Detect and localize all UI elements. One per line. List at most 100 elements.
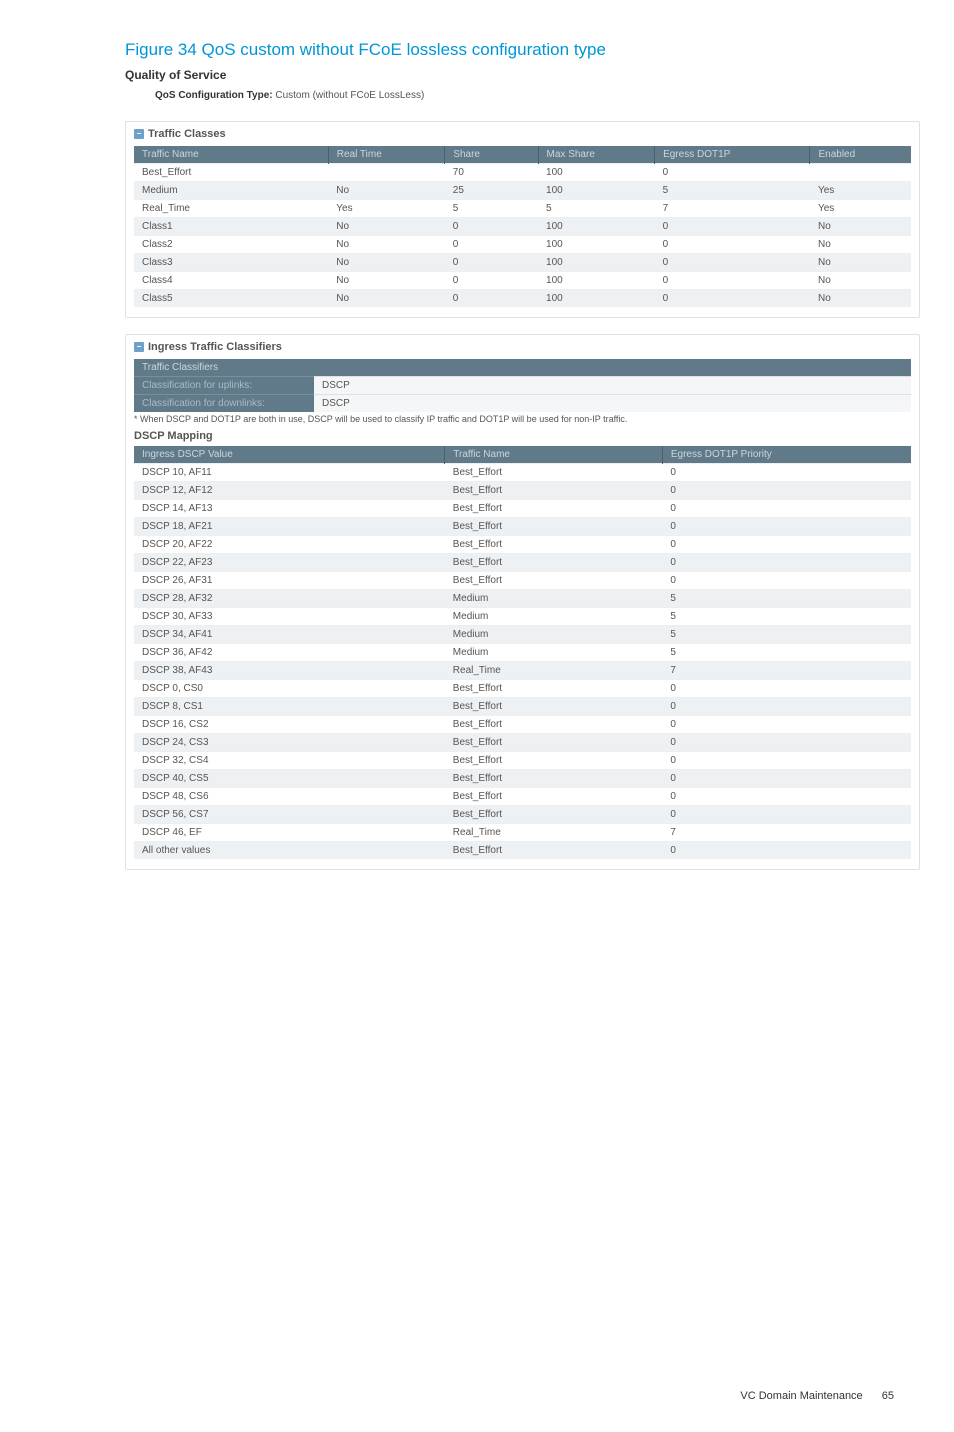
cell: No <box>328 254 445 272</box>
table-row: Class3No01000No <box>134 254 911 272</box>
table-row: Class4No01000No <box>134 272 911 290</box>
cell: DSCP 8, CS1 <box>134 698 445 716</box>
cell: Best_Effort <box>445 518 663 536</box>
uplinks-value: DSCP <box>314 377 911 395</box>
cell: 5 <box>662 644 911 662</box>
ingress-classifiers-title-row: − Ingress Traffic Classifiers <box>134 341 911 353</box>
cell: 7 <box>662 662 911 680</box>
cell: Real_Time <box>445 662 663 680</box>
cell: 0 <box>445 254 538 272</box>
table-row: DSCP 32, CS4Best_Effort0 <box>134 752 911 770</box>
uplinks-label: Classification for uplinks: <box>134 377 314 395</box>
table-row: Best_Effort 701000 <box>134 164 911 182</box>
cell: 0 <box>662 788 911 806</box>
cell: 0 <box>662 500 911 518</box>
cell: Yes <box>328 200 445 218</box>
cell: Best_Effort <box>445 788 663 806</box>
cell: DSCP 30, AF33 <box>134 608 445 626</box>
cell: Best_Effort <box>445 464 663 482</box>
cell: 100 <box>538 272 655 290</box>
cell: 100 <box>538 164 655 182</box>
cell: 0 <box>662 734 911 752</box>
table-row: DSCP 8, CS1Best_Effort0 <box>134 698 911 716</box>
table-row: Class2No01000No <box>134 236 911 254</box>
cell: 5 <box>655 182 810 200</box>
config-type-label: QoS Configuration Type: <box>155 90 273 101</box>
figure-title: Figure 34 QoS custom without FCoE lossle… <box>125 40 954 60</box>
qos-heading: Quality of Service <box>125 68 954 82</box>
collapse-icon[interactable]: − <box>134 129 144 139</box>
cell: DSCP 12, AF12 <box>134 482 445 500</box>
cell: Medium <box>445 644 663 662</box>
cell: Class4 <box>134 272 328 290</box>
cell: 0 <box>445 290 538 308</box>
cell: No <box>328 272 445 290</box>
cell: 0 <box>662 482 911 500</box>
cell: 25 <box>445 182 538 200</box>
cell: No <box>328 218 445 236</box>
column-header: Max Share <box>538 146 655 164</box>
cell: DSCP 18, AF21 <box>134 518 445 536</box>
cell: No <box>810 272 911 290</box>
table-row: DSCP 34, AF41Medium5 <box>134 626 911 644</box>
config-type-value: Custom (without FCoE LossLess) <box>275 90 424 101</box>
table-row: DSCP 20, AF22Best_Effort0 <box>134 536 911 554</box>
cell: 0 <box>662 842 911 860</box>
cell: Best_Effort <box>445 500 663 518</box>
table-row: DSCP 22, AF23Best_Effort0 <box>134 554 911 572</box>
cell: 0 <box>662 680 911 698</box>
table-row: DSCP 16, CS2Best_Effort0 <box>134 716 911 734</box>
ingress-classifiers-panel: − Ingress Traffic Classifiers Traffic Cl… <box>125 334 920 870</box>
cell: Best_Effort <box>445 734 663 752</box>
dscp-mapping-table: Ingress DSCP ValueTraffic NameEgress DOT… <box>134 446 911 859</box>
dscp-mapping-title: DSCP Mapping <box>134 430 911 442</box>
cell: Best_Effort <box>445 806 663 824</box>
cell: No <box>328 290 445 308</box>
cell: Best_Effort <box>445 698 663 716</box>
table-row: DSCP 14, AF13Best_Effort0 <box>134 500 911 518</box>
cell: 0 <box>655 236 810 254</box>
cell: 100 <box>538 182 655 200</box>
cell: 100 <box>538 218 655 236</box>
table-row: All other valuesBest_Effort0 <box>134 842 911 860</box>
cell: 5 <box>538 200 655 218</box>
cell: Best_Effort <box>445 752 663 770</box>
cell: Best_Effort <box>445 536 663 554</box>
cell: DSCP 46, EF <box>134 824 445 842</box>
classifiers-footnote: * When DSCP and DOT1P are both in use, D… <box>134 414 911 424</box>
classifiers-header: Traffic Classifiers <box>134 359 911 377</box>
cell: Best_Effort <box>134 164 328 182</box>
cell: Best_Effort <box>445 482 663 500</box>
cell: 5 <box>445 200 538 218</box>
cell: Best_Effort <box>445 572 663 590</box>
cell: All other values <box>134 842 445 860</box>
cell: Real_Time <box>134 200 328 218</box>
table-row: Real_TimeYes557Yes <box>134 200 911 218</box>
table-row: Class1No01000No <box>134 218 911 236</box>
table-row: DSCP 28, AF32Medium5 <box>134 590 911 608</box>
traffic-classes-panel: − Traffic Classes Traffic NameReal TimeS… <box>125 121 920 318</box>
cell: 0 <box>662 518 911 536</box>
cell: No <box>810 290 911 308</box>
cell: 70 <box>445 164 538 182</box>
traffic-classes-title-row: − Traffic Classes <box>134 128 911 140</box>
table-row: DSCP 38, AF43Real_Time7 <box>134 662 911 680</box>
cell: DSCP 16, CS2 <box>134 716 445 734</box>
traffic-classes-table: Traffic NameReal TimeShareMax ShareEgres… <box>134 146 911 307</box>
table-row: DSCP 26, AF31Best_Effort0 <box>134 572 911 590</box>
cell: DSCP 28, AF32 <box>134 590 445 608</box>
cell: Best_Effort <box>445 680 663 698</box>
traffic-classes-title: Traffic Classes <box>148 128 226 140</box>
cell: 7 <box>655 200 810 218</box>
cell: 0 <box>655 218 810 236</box>
cell: 0 <box>662 752 911 770</box>
column-header: Egress DOT1P <box>655 146 810 164</box>
cell: 0 <box>662 464 911 482</box>
cell: Class3 <box>134 254 328 272</box>
cell: 0 <box>655 164 810 182</box>
table-row: Class5No01000No <box>134 290 911 308</box>
column-header: Ingress DSCP Value <box>134 446 445 464</box>
collapse-icon[interactable]: − <box>134 342 144 352</box>
cell: 0 <box>662 806 911 824</box>
page: Figure 34 QoS custom without FCoE lossle… <box>0 0 954 1432</box>
